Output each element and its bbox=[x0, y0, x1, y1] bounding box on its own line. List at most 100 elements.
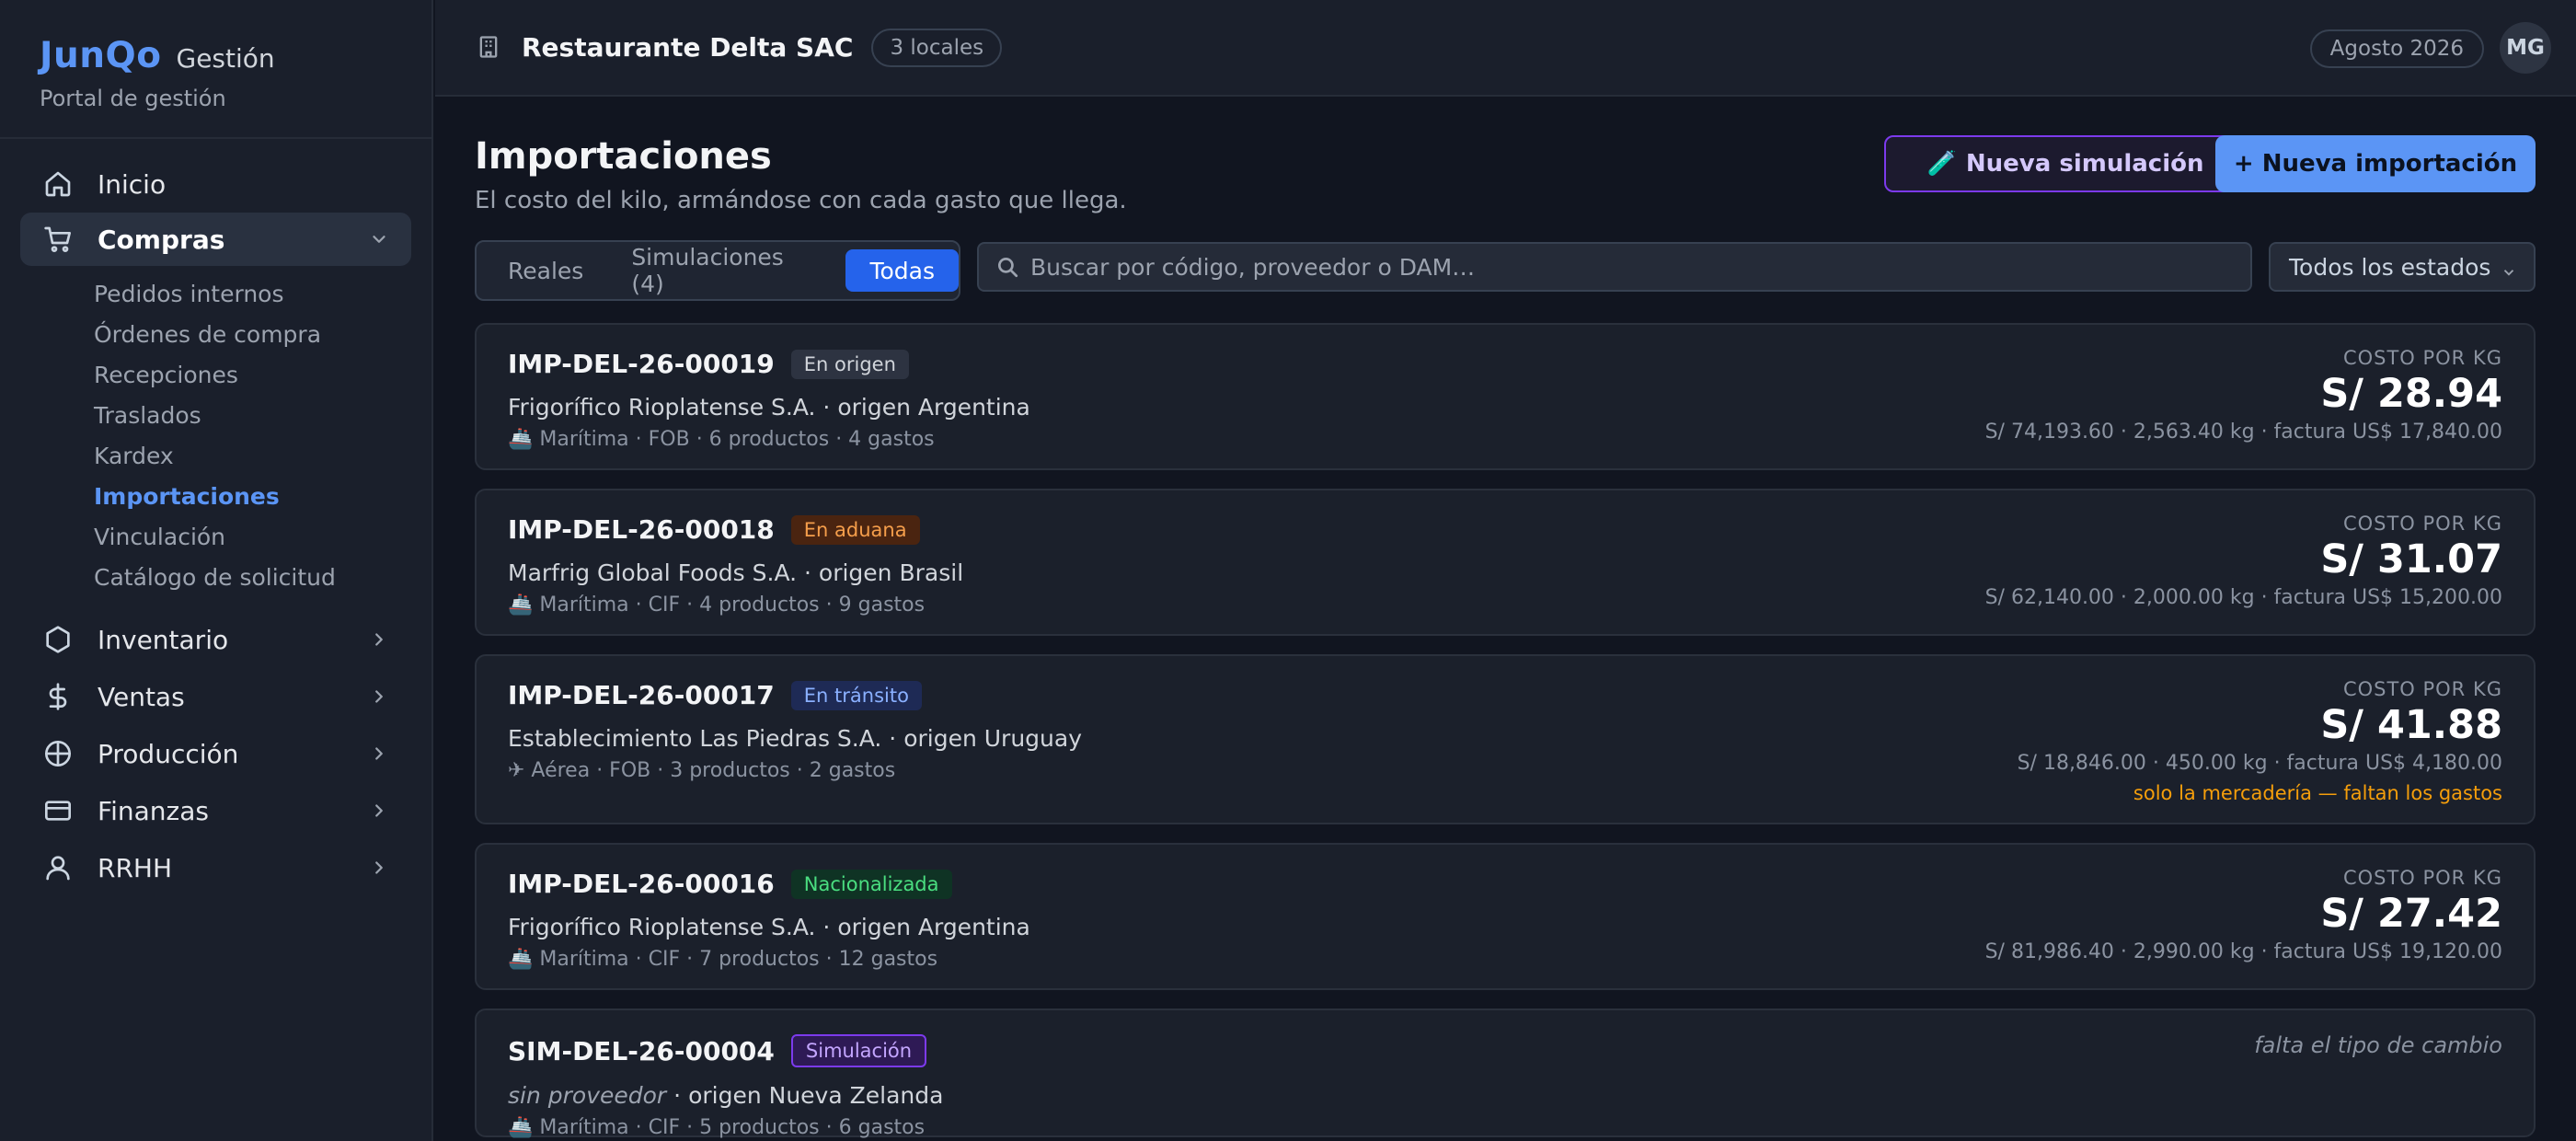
submenu-item-importaciones[interactable]: Importaciones bbox=[0, 476, 431, 516]
tab-todas[interactable]: Todas bbox=[845, 249, 959, 292]
new-import-button[interactable]: + Nueva importación bbox=[2215, 135, 2536, 192]
import-code: SIM-DEL-26-00004 bbox=[508, 1035, 775, 1066]
filters-toolbar: Reales Simulaciones (4) Todas Todos los … bbox=[475, 240, 2536, 301]
main-content: Importaciones El costo del kilo, armándo… bbox=[475, 97, 2536, 1139]
brand-tagline: Portal de gestión bbox=[40, 86, 226, 111]
supplier-origin: Marfrig Global Foods S.A. · origen Brasi… bbox=[508, 559, 963, 586]
import-totals: S/ 81,986.40 · 2,990.00 kg · factura US$… bbox=[1984, 940, 2502, 963]
brand: JunQo Gestión Portal de gestión bbox=[0, 0, 431, 139]
cost-label: COSTO POR KG bbox=[2342, 867, 2502, 889]
sidebar-item-produccion[interactable]: Producción bbox=[20, 726, 411, 781]
submenu-item-pedidos-internos[interactable]: Pedidos internos bbox=[0, 273, 431, 314]
sidebar-item-label: Finanzas bbox=[98, 795, 209, 826]
import-totals: S/ 74,193.60 · 2,563.40 kg · factura US$… bbox=[1984, 421, 2502, 444]
user-icon bbox=[42, 852, 74, 883]
import-meta: 🚢 Marítima · FOB · 6 productos · 4 gasto… bbox=[508, 428, 935, 451]
dollar-icon bbox=[42, 681, 74, 712]
origin: · origen Argentina bbox=[822, 914, 1030, 940]
import-code: IMP-DEL-26-00019 bbox=[508, 349, 775, 379]
supplier-name: Marfrig Global Foods S.A. bbox=[508, 559, 798, 586]
cost-per-kg: S/ 41.88 bbox=[2320, 702, 2502, 748]
main-nav: Inicio Compras Pedidos internos Órdenes … bbox=[0, 139, 431, 895]
import-totals: S/ 62,140.00 · 2,000.00 kg · factura US$… bbox=[1984, 586, 2502, 609]
tab-simulaciones[interactable]: Simulaciones (4) bbox=[607, 244, 845, 297]
origin: · origen Brasil bbox=[804, 559, 964, 586]
locations-badge[interactable]: 3 locales bbox=[871, 28, 1003, 67]
brand-suffix: Gestión bbox=[176, 43, 275, 74]
imports-list: IMP-DEL-26-00019 En origen Frigorífico R… bbox=[475, 323, 2536, 1141]
cost-per-kg: S/ 28.94 bbox=[2320, 371, 2502, 417]
submenu-item-recepciones[interactable]: Recepciones bbox=[0, 354, 431, 395]
import-meta: 🚢 Marítima · CIF · 4 productos · 9 gasto… bbox=[508, 594, 926, 617]
sidebar-item-ventas[interactable]: Ventas bbox=[20, 669, 411, 724]
import-code: IMP-DEL-26-00018 bbox=[508, 514, 775, 545]
tab-reales[interactable]: Reales bbox=[484, 249, 607, 292]
supplier-name: Frigorífico Rioplatense S.A. bbox=[508, 914, 816, 940]
sidebar-item-label: Producción bbox=[98, 738, 239, 769]
supplier-origin: sin proveedor · origen Nueva Zelanda bbox=[508, 1082, 943, 1109]
import-card[interactable]: IMP-DEL-26-00019 En origen Frigorífico R… bbox=[475, 323, 2536, 470]
chevron-right-icon bbox=[369, 801, 389, 821]
supplier-name: Frigorífico Rioplatense S.A. bbox=[508, 394, 816, 421]
home-icon bbox=[42, 168, 74, 200]
test-tube-icon: 🧪 bbox=[1926, 150, 1957, 178]
missing-exchange-rate-note: falta el tipo de cambio bbox=[2254, 1032, 2502, 1058]
submenu-item-kardex[interactable]: Kardex bbox=[0, 435, 431, 476]
sidebar: JunQo Gestión Portal de gestión Inicio C… bbox=[0, 0, 433, 1141]
supplier-name: Establecimiento Las Piedras S.A. bbox=[508, 725, 882, 752]
origin: · origen Argentina bbox=[822, 394, 1030, 421]
sidebar-item-rrhh[interactable]: RRHH bbox=[20, 840, 411, 895]
sidebar-item-inventario[interactable]: Inventario bbox=[20, 612, 411, 667]
globe-icon bbox=[42, 738, 74, 769]
building-icon bbox=[476, 34, 503, 62]
simulation-card[interactable]: SIM-DEL-26-00004 Simulación sin proveedo… bbox=[475, 1008, 2536, 1139]
submenu-item-vinculacion[interactable]: Vinculación bbox=[0, 516, 431, 557]
origin: · origen Uruguay bbox=[889, 725, 1083, 752]
sidebar-item-compras[interactable]: Compras bbox=[20, 213, 411, 266]
supplier-origin: Frigorífico Rioplatense S.A. · origen Ar… bbox=[508, 394, 1030, 421]
status-filter-value: Todos los estados bbox=[2289, 253, 2491, 281]
import-card[interactable]: IMP-DEL-26-00018 En aduana Marfrig Globa… bbox=[475, 489, 2536, 636]
sidebar-item-label: Ventas bbox=[98, 681, 185, 712]
organization-name[interactable]: Restaurante Delta SAC bbox=[522, 32, 853, 63]
sidebar-item-label: Inventario bbox=[98, 624, 229, 655]
search-icon bbox=[995, 255, 1019, 279]
submenu-item-traslados[interactable]: Traslados bbox=[0, 395, 431, 435]
cost-label: COSTO POR KG bbox=[2342, 347, 2502, 369]
period-selector[interactable]: Agosto 2026 bbox=[2309, 29, 2484, 68]
sidebar-item-inicio[interactable]: Inicio bbox=[20, 157, 411, 211]
new-simulation-label: Nueva simulación bbox=[1965, 150, 2204, 178]
cost-per-kg: S/ 27.42 bbox=[2320, 891, 2502, 937]
status-badge: Nacionalizada bbox=[790, 869, 952, 899]
import-card[interactable]: IMP-DEL-26-00016 Nacionalizada Frigorífi… bbox=[475, 843, 2536, 990]
avatar[interactable]: MG bbox=[2500, 22, 2551, 74]
status-badge: Simulación bbox=[790, 1034, 927, 1067]
submenu-item-catalogo-solicitud[interactable]: Catálogo de solicitud bbox=[0, 557, 431, 597]
status-badge: En tránsito bbox=[790, 680, 922, 710]
sidebar-item-label: Compras bbox=[98, 224, 225, 255]
supplier-origin: Frigorífico Rioplatense S.A. · origen Ar… bbox=[508, 914, 1030, 940]
cost-label: COSTO POR KG bbox=[2342, 678, 2502, 700]
submenu-item-ordenes-compra[interactable]: Órdenes de compra bbox=[0, 314, 431, 354]
new-simulation-button[interactable]: 🧪 Nueva simulación bbox=[1884, 135, 2247, 192]
chevron-right-icon bbox=[369, 743, 389, 764]
cost-label: COSTO POR KG bbox=[2342, 513, 2502, 535]
top-bar: Restaurante Delta SAC 3 locales Agosto 2… bbox=[435, 0, 2576, 97]
status-filter-select[interactable]: Todos los estados bbox=[2269, 242, 2536, 292]
card-icon bbox=[42, 795, 74, 826]
import-card[interactable]: IMP-DEL-26-00017 En tránsito Establecimi… bbox=[475, 654, 2536, 824]
sidebar-item-finanzas[interactable]: Finanzas bbox=[20, 783, 411, 838]
supplier-origin: Establecimiento Las Piedras S.A. · orige… bbox=[508, 725, 1082, 752]
import-meta: 🚢 Marítima · CIF · 7 productos · 12 gast… bbox=[508, 948, 938, 971]
search-box bbox=[977, 242, 2252, 292]
chevron-right-icon bbox=[369, 629, 389, 650]
brand-logo[interactable]: JunQo bbox=[40, 35, 162, 76]
search-input[interactable] bbox=[1030, 253, 2226, 281]
chevron-right-icon bbox=[369, 686, 389, 707]
sidebar-item-label: Inicio bbox=[98, 168, 167, 200]
status-badge: En aduana bbox=[790, 514, 920, 545]
chevron-down-icon bbox=[2501, 259, 2517, 276]
view-tabs: Reales Simulaciones (4) Todas bbox=[475, 240, 960, 301]
sidebar-item-label: RRHH bbox=[98, 852, 173, 883]
cost-per-kg: S/ 31.07 bbox=[2320, 536, 2502, 582]
